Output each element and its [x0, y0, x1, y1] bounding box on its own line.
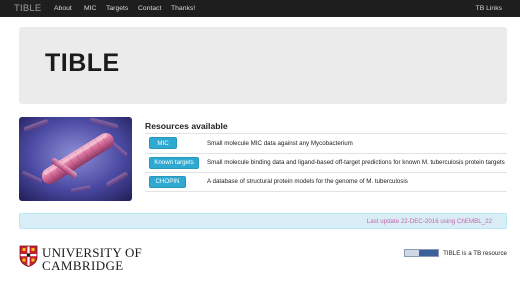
- resource-row-mic: MIC Small molecule MIC data against any …: [145, 133, 507, 153]
- page-title: TIBLE: [45, 49, 120, 77]
- last-update-alert: Last update 22-DEC-2016 using ChEMBL_22: [19, 213, 507, 229]
- nav-link-about[interactable]: About: [54, 5, 72, 12]
- university-of-cambridge-logo[interactable]: UNIVERSITY OF CAMBRIDGE: [19, 245, 142, 272]
- cambridge-wordmark: UNIVERSITY OF CAMBRIDGE: [42, 246, 142, 272]
- last-update-text: Last update 22-DEC-2016 using ChEMBL_22: [366, 217, 492, 225]
- tb-resource-note: TIBLE is a TB resource: [404, 249, 507, 257]
- resource-description: Small molecule MIC data against any Myco…: [207, 139, 353, 147]
- known-targets-button[interactable]: Known targets: [149, 156, 199, 169]
- resource-row-known-targets: Known targets Small molecule binding dat…: [145, 152, 507, 173]
- nav-link-contact[interactable]: Contact: [138, 5, 161, 12]
- logo-line-2: CAMBRIDGE: [42, 257, 124, 273]
- chopin-button[interactable]: CHOPIN: [149, 175, 186, 188]
- top-navbar: TIBLE About MIC Targets Contact Thanks! …: [0, 0, 520, 17]
- mic-button[interactable]: MIC: [149, 137, 177, 150]
- nav-link-mic[interactable]: MIC: [84, 5, 96, 12]
- nav-link-thanks[interactable]: Thanks!: [171, 5, 195, 12]
- hero-banner: TIBLE: [19, 27, 507, 104]
- resources-table: MIC Small molecule MIC data against any …: [145, 133, 507, 192]
- tb-resource-badge-icon[interactable]: [404, 249, 440, 257]
- nav-link-targets[interactable]: Targets: [106, 5, 128, 12]
- resources-heading: Resources available: [145, 121, 228, 131]
- brand-link[interactable]: TIBLE: [14, 3, 41, 14]
- logo-line-1: UNIVERSITY OF: [42, 244, 142, 260]
- bacteria-image: [19, 117, 132, 201]
- nav-link-tb-links[interactable]: TB Links: [476, 5, 502, 12]
- resource-description: Small molecule binding data and ligand-b…: [207, 159, 505, 167]
- cambridge-crest-icon: [19, 245, 38, 272]
- resource-description: A database of structural protein models …: [207, 178, 408, 186]
- tb-resource-text: TIBLE is a TB resource: [443, 249, 507, 257]
- resource-row-chopin: CHOPIN A database of structural protein …: [145, 172, 507, 192]
